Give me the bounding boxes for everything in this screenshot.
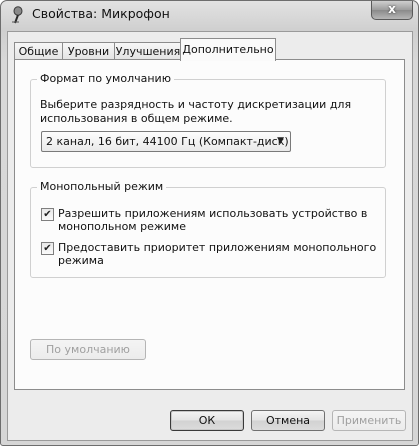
ok-button[interactable]: ОК (170, 410, 244, 431)
exclusive-mode-group: Монопольный режим ✔ Разрешить приложения… (30, 180, 386, 278)
cancel-button[interactable]: Отмена (251, 410, 325, 431)
microphone-icon (12, 6, 23, 24)
tab-advanced[interactable]: Дополнительно (180, 38, 276, 61)
exclusive-mode-title: Монопольный режим (37, 180, 167, 193)
chevron-down-icon: ▼ (277, 136, 284, 146)
window-title: Свойства: Микрофон (32, 6, 170, 21)
default-format-group: Формат по умолчанию Выберите разрядность… (30, 72, 386, 168)
dialog-body: Общие Уровни Улучшения Дополнительно Фор… (7, 31, 413, 441)
default-format-description: Выберите разрядность и частоту дискретиз… (40, 98, 352, 125)
tab-enhancements[interactable]: Улучшения (114, 42, 182, 60)
restore-defaults-button[interactable]: По умолчанию (30, 339, 146, 360)
close-button[interactable]: x (371, 1, 413, 20)
allow-exclusive-label[interactable]: Разрешить приложениям использовать устро… (58, 207, 378, 233)
format-dropdown[interactable]: 2 канал, 16 бит, 44100 Гц (Компакт-диск)… (41, 131, 291, 152)
tab-levels[interactable]: Уровни (62, 42, 115, 60)
apply-button[interactable]: Применить (332, 410, 406, 431)
format-dropdown-value: 2 канал, 16 бит, 44100 Гц (Компакт-диск) (46, 135, 289, 148)
priority-exclusive-checkbox[interactable]: ✔ (41, 242, 54, 255)
allow-exclusive-checkbox[interactable]: ✔ (41, 208, 54, 221)
title-bar[interactable]: Свойства: Микрофон x (1, 1, 418, 27)
tab-general[interactable]: Общие (14, 42, 63, 60)
priority-exclusive-label[interactable]: Предоставить приоритет приложениям моноп… (58, 241, 378, 267)
tab-panel-advanced: Формат по умолчанию Выберите разрядность… (14, 59, 405, 390)
properties-dialog: Свойства: Микрофон x Общие Уровни Улучше… (0, 0, 419, 446)
default-format-title: Формат по умолчанию (37, 72, 174, 85)
